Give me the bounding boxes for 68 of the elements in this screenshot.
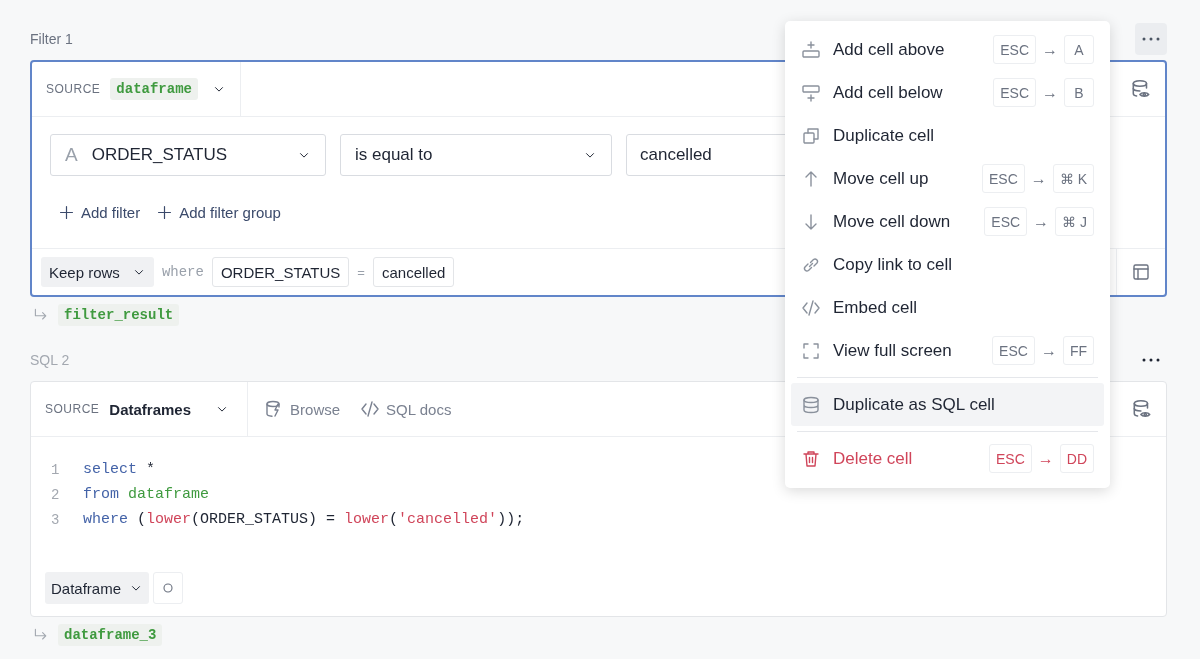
equals-sign: =	[357, 264, 365, 280]
browse-button[interactable]: Browse	[264, 399, 341, 419]
code-line: select *	[83, 461, 156, 478]
arrow-symbol: →	[1033, 212, 1050, 231]
arrow-symbol: →	[1037, 449, 1054, 468]
sql-docs-link[interactable]: SQL docs	[360, 399, 452, 419]
source-label: SOURCE	[45, 402, 100, 416]
key-cap: B	[1064, 78, 1094, 107]
key-cap: ESC	[988, 444, 1032, 473]
menu-item[interactable]: Delete cell ESC → DD	[791, 437, 1104, 480]
duplicate-icon	[801, 125, 821, 146]
table-layout-icon	[1131, 262, 1151, 282]
status-button[interactable]	[153, 572, 184, 604]
line-number: 3	[51, 511, 61, 528]
arrow-symbol: →	[1042, 40, 1058, 59]
more-button[interactable]	[1135, 23, 1167, 55]
menu-item[interactable]: View full screen ESC → FF	[791, 329, 1104, 372]
keep-rows-dropdown[interactable]: Keep rows	[41, 257, 154, 287]
database-eye-icon	[1131, 398, 1153, 420]
value-pill: cancelled	[372, 257, 455, 287]
cell-title: SQL 2	[30, 352, 70, 368]
more-icon	[1141, 357, 1161, 363]
more-icon	[1141, 36, 1161, 42]
source-label: SOURCE	[46, 82, 101, 96]
add-filter-group-button[interactable]: Add filter group	[156, 203, 281, 221]
plus-icon	[58, 203, 75, 221]
key-cap: FF	[1062, 336, 1094, 365]
where-label: where	[161, 264, 204, 280]
trash-icon	[801, 448, 821, 469]
menu-item[interactable]: Copy link to cell	[791, 243, 1104, 286]
line-number: 1	[51, 461, 61, 478]
code-line: where (lower(ORDER_STATUS) = lower('cancelled'));	[83, 511, 525, 528]
arrow-symbol: →	[1040, 341, 1057, 360]
menu-item[interactable]: Add cell below ESC → B	[791, 71, 1104, 114]
source-dropdown[interactable]: Dataframes	[109, 400, 230, 418]
key-cap: ESC	[993, 35, 1036, 64]
key-cap: ⌘ K	[1052, 164, 1094, 193]
column-dropdown[interactable]: A ORDER_STATUS	[50, 134, 326, 176]
key-cap: ESC	[984, 207, 1028, 236]
menu-item[interactable]: Move cell down ESC → ⌘ J	[791, 200, 1104, 243]
database-icon	[801, 394, 821, 415]
arrow-symbol: →	[1030, 169, 1047, 188]
output-variable: dataframe_3	[58, 624, 163, 646]
column-pill: ORDER_STATUS	[211, 257, 350, 287]
add-above-icon	[801, 39, 821, 60]
key-cap: ⌘ J	[1055, 207, 1094, 236]
menu-item[interactable]: Embed cell	[791, 286, 1104, 329]
result-type-dropdown[interactable]: Dataframe	[45, 572, 150, 604]
key-cap: A	[1064, 35, 1094, 64]
key-cap: ESC	[981, 164, 1025, 193]
cell-title: Filter 1	[30, 31, 73, 47]
menu-item[interactable]: Duplicate as SQL cell	[791, 383, 1104, 426]
fullscreen-icon	[801, 340, 821, 361]
menu-item[interactable]: Add cell above ESC → A	[791, 28, 1104, 71]
code-icon	[801, 297, 821, 318]
key-cap: ESC	[993, 78, 1036, 107]
operator-dropdown[interactable]: is equal to	[340, 134, 612, 176]
add-filter-button[interactable]: Add filter	[58, 203, 141, 221]
line-number: 2	[51, 486, 61, 503]
output-variable: filter_result	[58, 304, 180, 326]
code-line: from dataframe	[83, 486, 210, 503]
add-below-icon	[801, 82, 821, 103]
key-cap: DD	[1059, 444, 1094, 473]
code-icon	[360, 399, 381, 419]
key-cap: ESC	[992, 336, 1035, 365]
arrow-symbol: →	[1042, 83, 1058, 102]
plus-icon	[156, 203, 174, 221]
database-eye-icon	[1130, 78, 1152, 100]
